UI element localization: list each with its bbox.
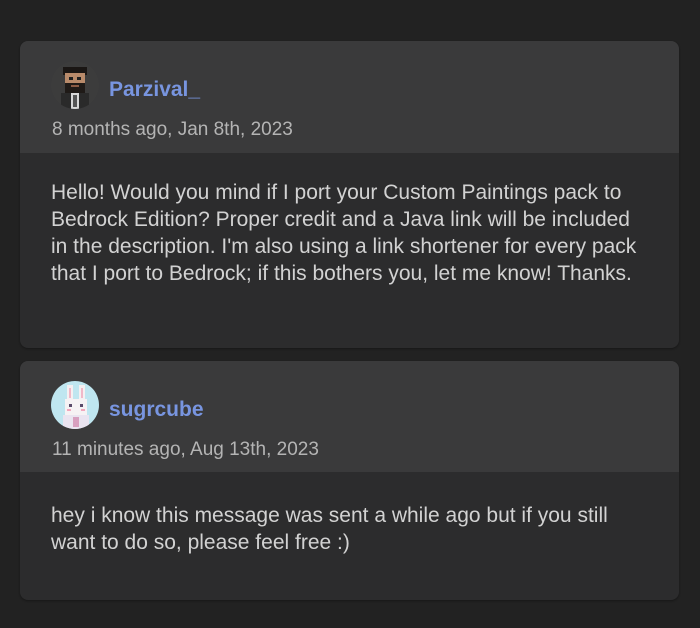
comment-username[interactable]: Parzival_ [109, 77, 200, 103]
comment-timestamp: 11 minutes ago, Aug 13th, 2023 [52, 439, 319, 460]
comment-card: sugrcube 11 minutes ago, Aug 13th, 2023 … [20, 361, 679, 600]
comment-text: Hello! Would you mind if I port your Cus… [51, 181, 637, 285]
pixel-art-bearded-man-avatar-icon [51, 61, 99, 109]
avatar[interactable] [51, 61, 99, 109]
comment-text: hey i know this message was sent a while… [51, 504, 608, 554]
comment-header: Parzival_ 8 months ago, Jan 8th, 2023 [20, 41, 679, 153]
comment-card: Parzival_ 8 months ago, Jan 8th, 2023 He… [20, 41, 679, 348]
avatar[interactable] [51, 381, 99, 429]
comment-timestamp: 8 months ago, Jan 8th, 2023 [52, 119, 293, 140]
comment-username[interactable]: sugrcube [109, 397, 204, 423]
comment-header: sugrcube 11 minutes ago, Aug 13th, 2023 [20, 361, 679, 472]
pixel-art-bunny-avatar-icon [51, 381, 99, 429]
